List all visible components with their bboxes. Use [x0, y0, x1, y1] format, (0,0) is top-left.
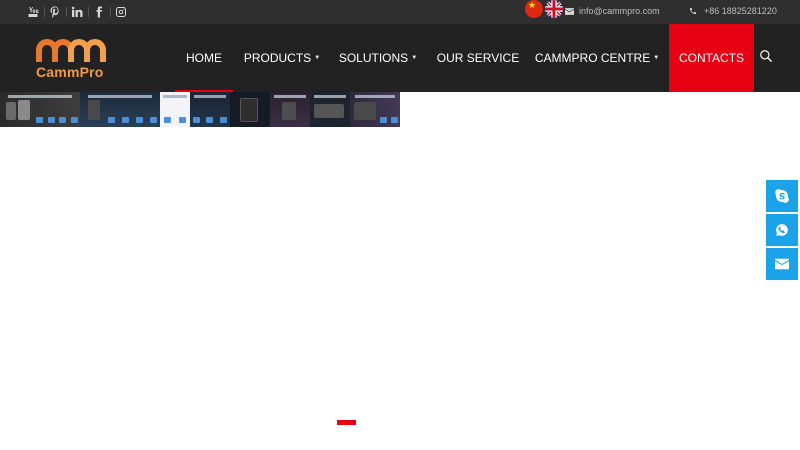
mail-icon: [565, 7, 574, 15]
whatsapp-button[interactable]: [766, 214, 798, 246]
skype-icon: [775, 189, 789, 203]
email-button[interactable]: [766, 248, 798, 280]
nav-products-label: PRODUCTS: [243, 51, 312, 65]
top-bar: ★ info@cammpro.com +86 18825281220: [0, 0, 800, 24]
youtube-icon[interactable]: [22, 4, 44, 20]
nav-cammpro-centre[interactable]: CAMMPRO CENTRE ▼: [534, 24, 660, 92]
email-link[interactable]: info@cammpro.com: [565, 6, 660, 16]
banner-slide: [0, 92, 80, 127]
caret-down-icon: ▼: [314, 55, 321, 61]
uk-flag-icon[interactable]: [545, 0, 563, 18]
phone-text: +86 18825281220: [704, 6, 777, 16]
nav-our-service-label: OUR SERVICE: [436, 51, 520, 65]
email-text: info@cammpro.com: [579, 6, 660, 16]
nav-solutions-label: SOLUTIONS: [338, 51, 409, 65]
nav-home[interactable]: HOME: [175, 24, 233, 92]
banner-slide: [270, 92, 310, 127]
logo-mark-icon: [36, 39, 106, 62]
banner-slide: [310, 92, 350, 127]
nav-home-label: HOME: [186, 51, 222, 65]
search-icon[interactable]: [759, 49, 773, 63]
nav-cammpro-centre-label: CAMMPRO CENTRE: [534, 51, 651, 65]
caret-down-icon: ▼: [411, 55, 418, 61]
pinterest-icon[interactable]: [44, 4, 66, 20]
nav-our-service[interactable]: OUR SERVICE: [436, 24, 520, 92]
linkedin-icon[interactable]: [66, 4, 88, 20]
phone-icon: [690, 8, 696, 14]
nav-contacts[interactable]: CONTACTS: [669, 24, 754, 92]
phone-link[interactable]: +86 18825281220: [689, 6, 777, 16]
main-header: CammPro HOME PRODUCTS ▼ SOLUTIONS ▼ OUR …: [0, 24, 800, 92]
nav-contacts-label: CONTACTS: [678, 51, 745, 65]
skype-button[interactable]: [766, 180, 798, 212]
mail-icon: [775, 258, 789, 270]
social-links: [22, 4, 132, 20]
banner-slide: [80, 92, 160, 127]
banner-slide: [230, 92, 270, 127]
china-flag-icon[interactable]: ★: [525, 0, 543, 18]
flag-star-icon: ★: [528, 0, 537, 10]
loading-indicator: [337, 420, 356, 425]
logo-text: CammPro: [36, 64, 104, 80]
whatsapp-icon: [776, 224, 788, 236]
facebook-icon[interactable]: [88, 4, 110, 20]
instagram-icon[interactable]: [110, 4, 132, 20]
banner-slide: [160, 92, 190, 127]
nav-products[interactable]: PRODUCTS ▼: [243, 24, 321, 92]
caret-down-icon: ▼: [653, 55, 660, 61]
banner-slide: [190, 92, 230, 127]
banner-strip[interactable]: [0, 92, 400, 127]
nav-solutions[interactable]: SOLUTIONS ▼: [338, 24, 418, 92]
logo[interactable]: CammPro: [35, 34, 107, 82]
banner-slide: [350, 92, 400, 127]
